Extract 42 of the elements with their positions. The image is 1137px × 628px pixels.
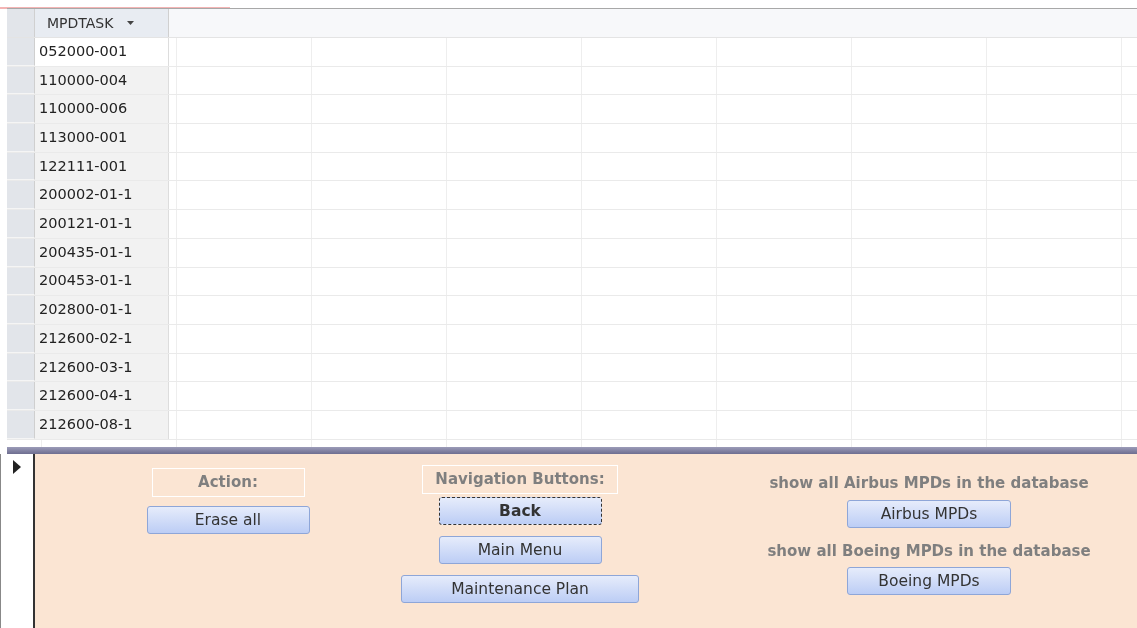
table-cell: 202800-01-1 [35,296,169,324]
select-all-corner[interactable] [7,9,35,37]
form-button[interactable]: Airbus MPDs [847,499,1011,528]
form-button[interactable]: Main Menu [438,535,602,564]
form-button[interactable]: Erase all [146,505,310,534]
form-button[interactable]: Maintenance Plan [401,574,639,603]
column-header[interactable]: MPDTASK [35,9,169,37]
table-cell: 200121-01-1 [35,210,169,238]
table-cell: 200453-01-1 [35,267,169,296]
record-selector[interactable] [7,210,35,238]
table-cell: 200002-01-1 [35,181,169,210]
record-selector[interactable] [7,181,35,210]
record-selector[interactable] [7,95,35,124]
record-selector[interactable] [7,267,35,296]
splitter-bar[interactable] [7,447,1137,454]
record-selector[interactable] [7,382,35,410]
record-selector[interactable] [7,353,35,382]
table-cell: 200435-01-1 [35,238,169,267]
table-cell: 110000-006 [35,95,169,124]
table-cell: 113000-001 [35,124,169,152]
section-label: Action: [151,468,305,497]
dropdown-icon[interactable] [127,21,135,25]
table-cell: 212600-03-1 [35,353,169,382]
form-button[interactable]: Back [438,496,602,525]
record-selector[interactable] [7,296,35,324]
table-cell: 212600-08-1 [35,410,169,439]
form-button[interactable]: Boeing MPDs [847,567,1011,595]
caption-text: show all Boeing MPDs in the database [767,540,1091,562]
table-cell: 122111-001 [35,152,169,181]
caption-text: show all Airbus MPDs in the database [769,473,1089,494]
record-selector[interactable] [7,66,35,95]
record-pointer-icon [13,460,21,474]
table-cell: 110000-004 [35,66,169,95]
section-label: Navigation Buttons: [422,465,618,494]
record-selector[interactable] [7,152,35,181]
table-cell: 212600-02-1 [35,324,169,353]
record-selector[interactable] [7,410,35,439]
table-cell: 212600-04-1 [35,382,169,410]
record-selector[interactable] [7,238,35,267]
record-selector[interactable] [7,124,35,152]
record-selector[interactable] [7,38,35,66]
record-selector[interactable] [7,324,35,353]
